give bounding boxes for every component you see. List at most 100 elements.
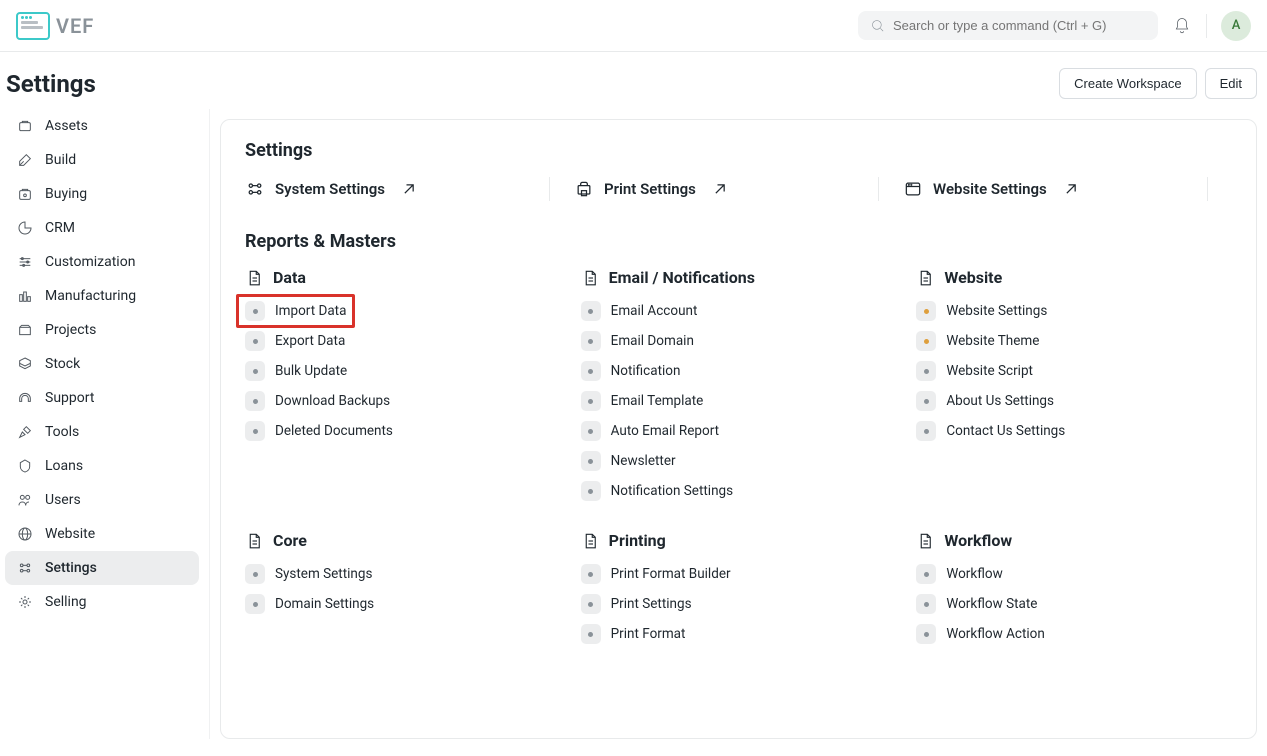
- sidebar-icon: [17, 356, 33, 372]
- card-core: CoreSystem SettingsDomain Settings: [245, 531, 561, 644]
- sidebar-item-stock[interactable]: Stock: [5, 347, 199, 381]
- shortcut-website-settings[interactable]: Website Settings: [903, 179, 1207, 199]
- link-print-settings[interactable]: Print Settings: [581, 594, 897, 614]
- link-workflow-action[interactable]: Workflow Action: [916, 624, 1232, 644]
- link-label: Website Script: [946, 363, 1033, 379]
- sidebar-item-selling[interactable]: Selling: [5, 585, 199, 619]
- sidebar-item-label: Projects: [45, 322, 96, 338]
- link-notification[interactable]: Notification: [581, 361, 897, 381]
- sidebar-item-assets[interactable]: Assets: [5, 109, 199, 143]
- link-website-settings[interactable]: Website Settings: [916, 301, 1232, 321]
- page-title: Settings: [6, 70, 96, 98]
- link-print-format[interactable]: Print Format: [581, 624, 897, 644]
- link-label: Bulk Update: [275, 363, 347, 379]
- link-email-domain[interactable]: Email Domain: [581, 331, 897, 351]
- status-dot: [245, 421, 265, 441]
- document-icon: [916, 532, 934, 550]
- link-bulk-update[interactable]: Bulk Update: [245, 361, 561, 381]
- sidebar-icon: [17, 118, 33, 134]
- sidebar-item-projects[interactable]: Projects: [5, 313, 199, 347]
- status-dot: [916, 301, 936, 321]
- link-label: Print Settings: [611, 596, 692, 612]
- edit-button[interactable]: Edit: [1205, 68, 1257, 99]
- page-header: Settings Create Workspace Edit: [0, 52, 1267, 109]
- settings-heading: Settings: [245, 140, 1232, 161]
- card-email-notifications: Email / NotificationsEmail AccountEmail …: [581, 268, 897, 501]
- link-export-data[interactable]: Export Data: [245, 331, 561, 351]
- create-workspace-button[interactable]: Create Workspace: [1059, 68, 1196, 99]
- card-workflow: WorkflowWorkflowWorkflow StateWorkflow A…: [916, 531, 1232, 644]
- link-website-script[interactable]: Website Script: [916, 361, 1232, 381]
- divider: [1207, 177, 1208, 201]
- sidebar-item-crm[interactable]: CRM: [5, 211, 199, 245]
- sidebar-item-loans[interactable]: Loans: [5, 449, 199, 483]
- sidebar-icon: [17, 560, 33, 576]
- sidebar-icon: [17, 492, 33, 508]
- sidebar-item-label: Tools: [45, 424, 79, 440]
- link-download-backups[interactable]: Download Backups: [245, 391, 561, 411]
- highlighted-link[interactable]: Import Data: [236, 294, 355, 328]
- avatar[interactable]: A: [1221, 11, 1251, 41]
- sidebar-item-label: Manufacturing: [45, 288, 136, 304]
- sidebar-item-manufacturing[interactable]: Manufacturing: [5, 279, 199, 313]
- sidebar-item-tools[interactable]: Tools: [5, 415, 199, 449]
- sidebar-item-label: Customization: [45, 254, 135, 270]
- link-website-theme[interactable]: Website Theme: [916, 331, 1232, 351]
- notifications-button[interactable]: [1172, 16, 1192, 36]
- document-icon: [581, 269, 599, 287]
- link-domain-settings[interactable]: Domain Settings: [245, 594, 561, 614]
- logo-icon: [16, 12, 50, 40]
- link-newsletter[interactable]: Newsletter: [581, 451, 897, 471]
- link-label: Workflow State: [946, 596, 1037, 612]
- sidebar-item-settings[interactable]: Settings: [5, 551, 199, 585]
- link-print-format-builder[interactable]: Print Format Builder: [581, 564, 897, 584]
- link-contact-us-settings[interactable]: Contact Us Settings: [916, 421, 1232, 441]
- link-label: Email Domain: [611, 333, 694, 349]
- global-search[interactable]: [858, 11, 1158, 40]
- status-dot: [245, 564, 265, 584]
- link-workflow-state[interactable]: Workflow State: [916, 594, 1232, 614]
- status-dot: [581, 391, 601, 411]
- status-dot: [916, 391, 936, 411]
- sidebar-icon: [17, 458, 33, 474]
- sidebar-item-label: CRM: [45, 220, 75, 236]
- link-label: Domain Settings: [275, 596, 374, 612]
- link-workflow[interactable]: Workflow: [916, 564, 1232, 584]
- shortcut-system-settings[interactable]: System Settings: [245, 179, 549, 199]
- link-label: Workflow Action: [946, 626, 1044, 642]
- link-about-us-settings[interactable]: About Us Settings: [916, 391, 1232, 411]
- sidebar-item-buying[interactable]: Buying: [5, 177, 199, 211]
- link-deleted-documents[interactable]: Deleted Documents: [245, 421, 561, 441]
- sidebar-item-label: Settings: [45, 560, 97, 576]
- brand-logo[interactable]: VEF: [16, 12, 94, 40]
- divider: [549, 177, 550, 201]
- sidebar-item-users[interactable]: Users: [5, 483, 199, 517]
- sidebar-item-build[interactable]: Build: [5, 143, 199, 177]
- link-import-data[interactable]: Import Data: [245, 301, 561, 321]
- link-label: Email Account: [611, 303, 698, 319]
- card-title: Website: [944, 268, 1002, 287]
- link-notification-settings[interactable]: Notification Settings: [581, 481, 897, 501]
- link-label: Website Theme: [946, 333, 1039, 349]
- external-link-icon: [399, 179, 419, 199]
- shortcut-label: System Settings: [275, 180, 385, 198]
- status-dot: [916, 361, 936, 381]
- status-dot: [581, 451, 601, 471]
- link-email-template[interactable]: Email Template: [581, 391, 897, 411]
- sidebar-icon: [17, 424, 33, 440]
- divider: [1206, 14, 1207, 38]
- shortcut-print-settings[interactable]: Print Settings: [574, 179, 878, 199]
- link-system-settings[interactable]: System Settings: [245, 564, 561, 584]
- document-icon: [916, 269, 934, 287]
- link-label: Notification Settings: [611, 483, 733, 499]
- link-email-account[interactable]: Email Account: [581, 301, 897, 321]
- search-input[interactable]: [893, 18, 1146, 33]
- shortcut-label: Print Settings: [604, 180, 696, 198]
- navbar: VEF A: [0, 0, 1267, 52]
- brand-name: VEF: [56, 14, 94, 38]
- sidebar-item-customization[interactable]: Customization: [5, 245, 199, 279]
- document-icon: [245, 532, 263, 550]
- sidebar-item-website[interactable]: Website: [5, 517, 199, 551]
- sidebar-item-support[interactable]: Support: [5, 381, 199, 415]
- link-auto-email-report[interactable]: Auto Email Report: [581, 421, 897, 441]
